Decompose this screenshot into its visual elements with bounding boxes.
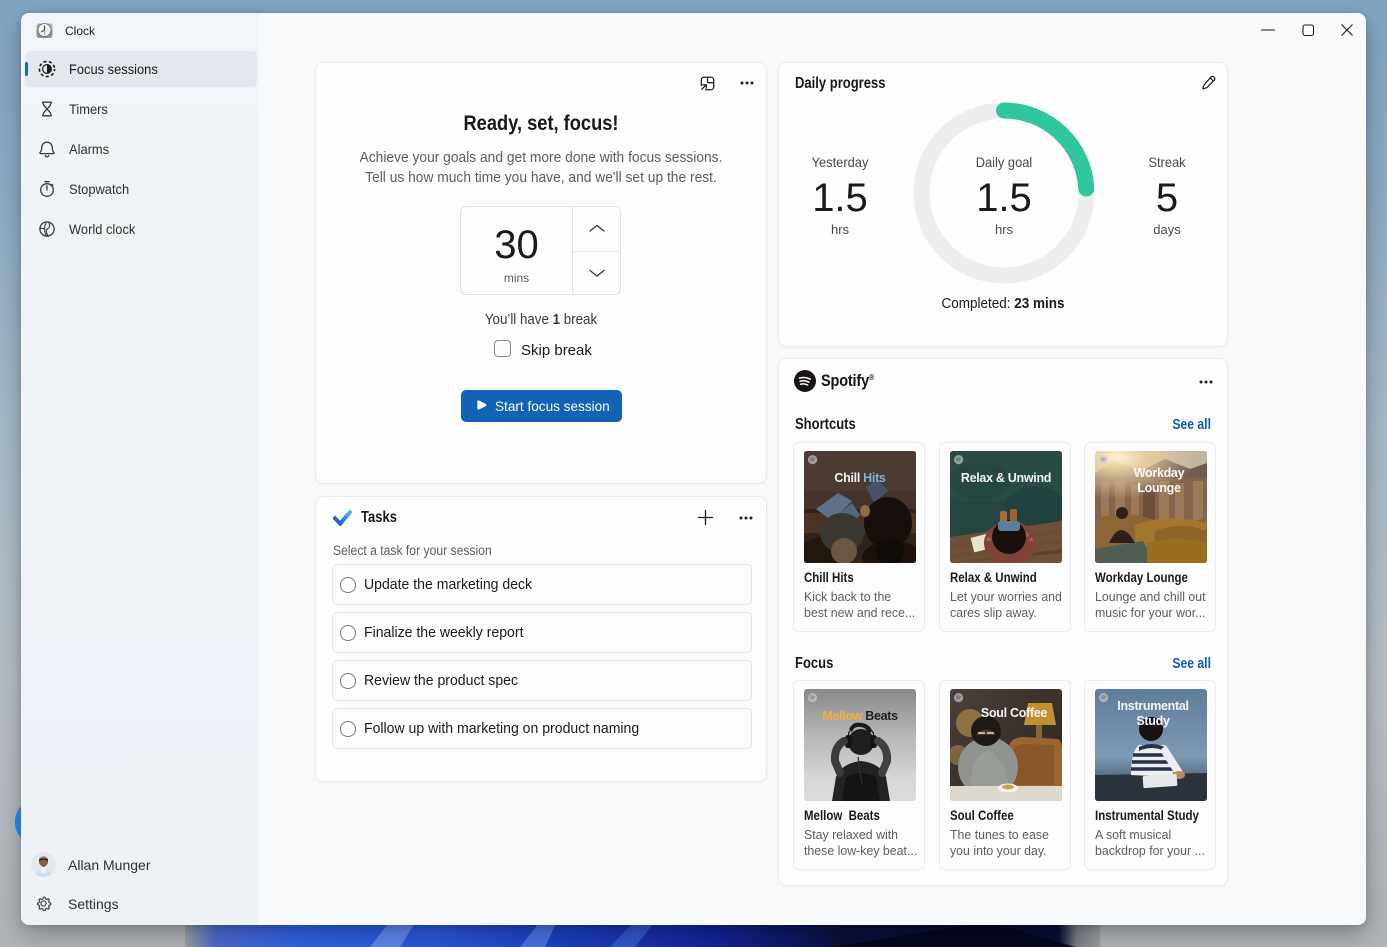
svg-text:Instrumental: Instrumental xyxy=(1117,699,1188,713)
svg-text:Mellow Beats: Mellow Beats xyxy=(822,709,898,723)
svg-text:Workday: Workday xyxy=(1134,466,1185,480)
svg-text:Lounge: Lounge xyxy=(1137,481,1181,495)
svg-text:Relax & Unwind: Relax & Unwind xyxy=(961,471,1051,485)
svg-text:Soul Coffee: Soul Coffee xyxy=(981,706,1047,720)
svg-text:Study: Study xyxy=(1136,714,1170,728)
svg-text:Chill Hits: Chill Hits xyxy=(834,471,886,485)
